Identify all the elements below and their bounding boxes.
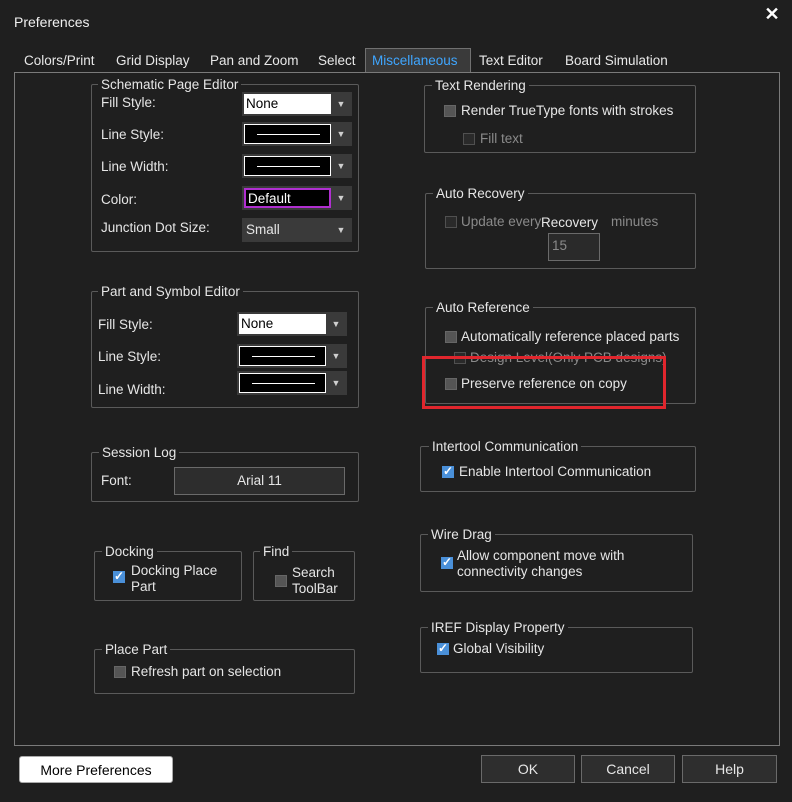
help-button[interactable]: Help [682, 755, 777, 783]
tab-select[interactable]: Select [312, 50, 362, 72]
schematic-line-width-label: Line Width: [101, 159, 169, 174]
schematic-line-style-combo[interactable]: ▼ [242, 122, 352, 146]
part-line-style-label: Line Style: [98, 349, 162, 364]
schematic-fill-style-label: Fill Style: [101, 95, 156, 110]
schematic-color-combo[interactable]: Default ▼ [242, 186, 352, 210]
junction-dot-size-combo[interactable]: Small ▼ [242, 218, 352, 242]
line-sample [257, 134, 320, 135]
render-truetype-checkbox[interactable] [444, 105, 456, 117]
chevron-down-icon: ▼ [331, 319, 341, 329]
recovery-overlap-text: Recovery [541, 215, 599, 230]
docking-legend: Docking [102, 544, 157, 559]
fill-text-label: Fill text [480, 131, 523, 146]
close-icon[interactable]: ✕ [760, 4, 784, 25]
search-toolbar-label-1: Search [292, 565, 335, 580]
intertool-legend: Intertool Communication [429, 439, 582, 454]
session-log-font-button[interactable]: Arial 11 [174, 467, 345, 495]
part-line-width-label: Line Width: [98, 382, 166, 397]
ok-button[interactable]: OK [481, 755, 575, 783]
part-line-style-combo[interactable]: ▼ [237, 344, 347, 368]
chevron-down-icon: ▼ [336, 193, 346, 203]
auto-recovery-legend: Auto Recovery [433, 186, 528, 201]
find-legend: Find [260, 544, 293, 559]
global-visibility-label: Global Visibility [453, 641, 545, 656]
tab-miscellaneous[interactable]: Miscellaneous [365, 48, 471, 73]
part-fill-style-combo[interactable]: None ▼ [237, 312, 347, 336]
schematic-line-width-value [244, 156, 331, 176]
chevron-down-icon: ▼ [336, 161, 346, 171]
part-fill-style-value: None [239, 314, 326, 334]
docking-place-part-checkbox[interactable] [113, 569, 125, 583]
search-toolbar-label-2: ToolBar [292, 581, 338, 596]
more-preferences-button[interactable]: More Preferences [19, 756, 173, 783]
schematic-line-style-label: Line Style: [101, 127, 165, 142]
chevron-down-icon: ▼ [336, 99, 346, 109]
tab-text-editor[interactable]: Text Editor [473, 50, 549, 72]
search-toolbar-checkbox[interactable] [275, 575, 287, 587]
auto-reference-checkbox[interactable] [445, 331, 457, 343]
preserve-reference-label: Preserve reference on copy [461, 376, 627, 391]
refresh-part-checkbox[interactable] [114, 666, 126, 678]
chevron-down-icon: ▼ [336, 129, 346, 139]
enable-intertool-label: Enable Intertool Communication [459, 464, 652, 479]
junction-dot-size-value: Small [244, 220, 331, 240]
docking-place-part-label-2: Part [131, 579, 156, 594]
iref-legend: IREF Display Property [428, 620, 568, 635]
schematic-fill-style-combo[interactable]: None ▼ [242, 92, 352, 116]
session-log-legend: Session Log [99, 445, 180, 460]
chevron-down-icon: ▼ [336, 225, 346, 235]
place-part-legend: Place Part [102, 642, 171, 657]
chevron-down-icon: ▼ [331, 351, 341, 361]
tab-board-simulation[interactable]: Board Simulation [559, 50, 674, 72]
part-line-style-value [239, 346, 326, 366]
tab-grid-display[interactable]: Grid Display [110, 50, 196, 72]
auto-reference-label: Automatically reference placed parts [461, 329, 680, 344]
wire-drag-legend: Wire Drag [428, 527, 495, 542]
schematic-color-label: Color: [101, 192, 138, 207]
fill-text-checkbox[interactable] [463, 133, 475, 145]
allow-component-move-checkbox[interactable] [441, 555, 453, 569]
preserve-reference-checkbox[interactable] [445, 378, 457, 390]
enable-intertool-checkbox[interactable] [442, 464, 454, 478]
update-every-checkbox[interactable] [445, 216, 457, 228]
window-title: Preferences [14, 14, 90, 30]
session-log-font-label: Font: [101, 473, 132, 488]
part-line-width-combo[interactable]: ▼ [237, 371, 347, 395]
refresh-part-label: Refresh part on selection [131, 664, 282, 679]
allow-component-move-label-2: connectivity changes [457, 564, 583, 579]
wire-drag-group [420, 534, 693, 592]
render-truetype-label: Render TrueType fonts with strokes [461, 103, 674, 118]
tab-colors-print[interactable]: Colors/Print [18, 50, 101, 72]
docking-place-part-label-1: Docking Place [131, 563, 218, 578]
part-fill-style-label: Fill Style: [98, 317, 153, 332]
line-sample [252, 356, 315, 357]
global-visibility-checkbox[interactable] [437, 641, 449, 655]
auto-reference-legend: Auto Reference [433, 300, 533, 315]
schematic-line-style-value [244, 124, 331, 144]
text-rendering-legend: Text Rendering [432, 78, 529, 93]
cancel-button[interactable]: Cancel [581, 755, 675, 783]
line-sample [252, 383, 315, 384]
junction-dot-size-label: Junction Dot Size: [101, 220, 210, 235]
chevron-down-icon: ▼ [331, 378, 341, 388]
schematic-page-editor-legend: Schematic Page Editor [98, 77, 242, 92]
schematic-color-value: Default [244, 188, 331, 208]
recovery-interval-input[interactable]: 15 [548, 233, 600, 261]
schematic-fill-style-value: None [244, 94, 331, 114]
part-symbol-editor-legend: Part and Symbol Editor [98, 284, 243, 299]
title-bar [0, 0, 792, 44]
minutes-label: minutes [611, 214, 659, 229]
schematic-line-width-combo[interactable]: ▼ [242, 154, 352, 178]
line-sample [257, 166, 320, 167]
part-line-width-value [239, 373, 326, 393]
tab-pan-and-zoom[interactable]: Pan and Zoom [204, 50, 305, 72]
allow-component-move-label-1: Allow component move with [457, 548, 625, 563]
update-every-label: Update every [461, 214, 542, 229]
